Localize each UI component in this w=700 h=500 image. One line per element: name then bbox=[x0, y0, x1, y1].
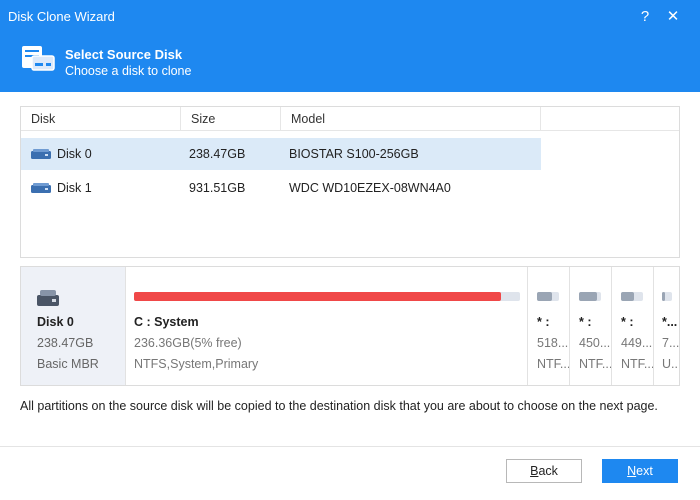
partition-free: 449... bbox=[621, 336, 653, 350]
page-subtitle: Choose a disk to clone bbox=[65, 64, 192, 78]
partition-name: * : bbox=[579, 315, 592, 329]
page-title: Select Source Disk bbox=[65, 47, 183, 62]
close-button[interactable]: ✕ bbox=[660, 4, 686, 30]
disk-summary[interactable]: Disk 0 238.47GB Basic MBR bbox=[21, 267, 125, 385]
partition-fs: U... bbox=[662, 357, 679, 371]
partition-5[interactable]: *... 7... U... bbox=[653, 267, 679, 385]
partition-free: 7... bbox=[662, 336, 679, 350]
wizard-header: Select Source Disk Choose a disk to clon… bbox=[0, 34, 700, 92]
hard-disk-icon bbox=[31, 183, 51, 193]
summary-disk-name: Disk 0 bbox=[37, 315, 74, 329]
usage-bar bbox=[621, 292, 643, 301]
partition-fs: NTF... bbox=[537, 357, 569, 371]
disk-clone-icon bbox=[22, 46, 55, 71]
table-header: Disk Size Model bbox=[21, 107, 679, 131]
column-header-disk[interactable]: Disk bbox=[21, 107, 181, 131]
usage-bar-fill bbox=[662, 292, 665, 301]
partition-fs: NTFS,System,Primary bbox=[134, 357, 259, 371]
disk-layout-panel: Disk 0 238.47GB Basic MBR C : System 236… bbox=[20, 266, 680, 386]
disk-table: Disk Size Model Disk 0 238.47GB BIOSTAR … bbox=[20, 106, 680, 258]
partition-name: * : bbox=[621, 315, 634, 329]
usage-bar-fill bbox=[134, 292, 501, 301]
disk-row-1[interactable]: Disk 1 931.51GB WDC WD10EZEX-08WN4A0 bbox=[21, 172, 541, 204]
usage-bar bbox=[537, 292, 559, 301]
column-header-size[interactable]: Size bbox=[181, 107, 281, 131]
usage-bar bbox=[134, 292, 520, 301]
column-header-model[interactable]: Model bbox=[281, 107, 541, 131]
help-button[interactable]: ? bbox=[632, 4, 658, 30]
hard-disk-icon bbox=[31, 149, 51, 159]
footer-divider bbox=[0, 446, 700, 447]
window-title: Disk Clone Wizard bbox=[8, 9, 115, 24]
back-button-label: ack bbox=[538, 464, 558, 478]
partition-2[interactable]: * : 518... NTF... bbox=[527, 267, 569, 385]
title-bar: Disk Clone Wizard ? ✕ bbox=[0, 0, 700, 34]
usage-bar bbox=[662, 292, 672, 301]
usage-bar bbox=[579, 292, 601, 301]
usage-bar-fill bbox=[621, 292, 635, 301]
usage-bar-fill bbox=[579, 292, 597, 301]
partition-name: * : bbox=[537, 315, 550, 329]
disk-size: 238.47GB bbox=[189, 147, 246, 161]
next-button-mnemonic: N bbox=[627, 464, 637, 478]
partition-free: 518... bbox=[537, 336, 569, 350]
disk-name: Disk 0 bbox=[57, 147, 92, 161]
disk-model: BIOSTAR S100-256GB bbox=[289, 147, 419, 161]
disk-model: WDC WD10EZEX-08WN4A0 bbox=[289, 181, 451, 195]
clone-note: All partitions on the source disk will b… bbox=[20, 399, 658, 413]
partition-fs: NTF... bbox=[579, 357, 611, 371]
partition-free: 236.36GB(5% free) bbox=[134, 336, 242, 350]
disk-row-0[interactable]: Disk 0 238.47GB BIOSTAR S100-256GB bbox=[21, 138, 541, 170]
summary-disk-size: 238.47GB bbox=[37, 336, 94, 350]
next-button-label: ext bbox=[636, 464, 653, 478]
back-button[interactable]: Back bbox=[506, 459, 582, 483]
partition-free: 450... bbox=[579, 336, 611, 350]
partition-name: C : System bbox=[134, 315, 199, 329]
partition-fs: NTF... bbox=[621, 357, 653, 371]
hard-disk-icon bbox=[37, 290, 59, 306]
partition-c-system[interactable]: C : System 236.36GB(5% free) NTFS,System… bbox=[125, 267, 527, 385]
summary-disk-type: Basic MBR bbox=[37, 357, 99, 371]
next-button[interactable]: Next bbox=[602, 459, 678, 483]
partition-3[interactable]: * : 450... NTF... bbox=[569, 267, 611, 385]
usage-bar-fill bbox=[537, 292, 553, 301]
partition-4[interactable]: * : 449... NTF... bbox=[611, 267, 653, 385]
partition-name: *... bbox=[662, 315, 678, 329]
disk-size: 931.51GB bbox=[189, 181, 246, 195]
disk-name: Disk 1 bbox=[57, 181, 92, 195]
